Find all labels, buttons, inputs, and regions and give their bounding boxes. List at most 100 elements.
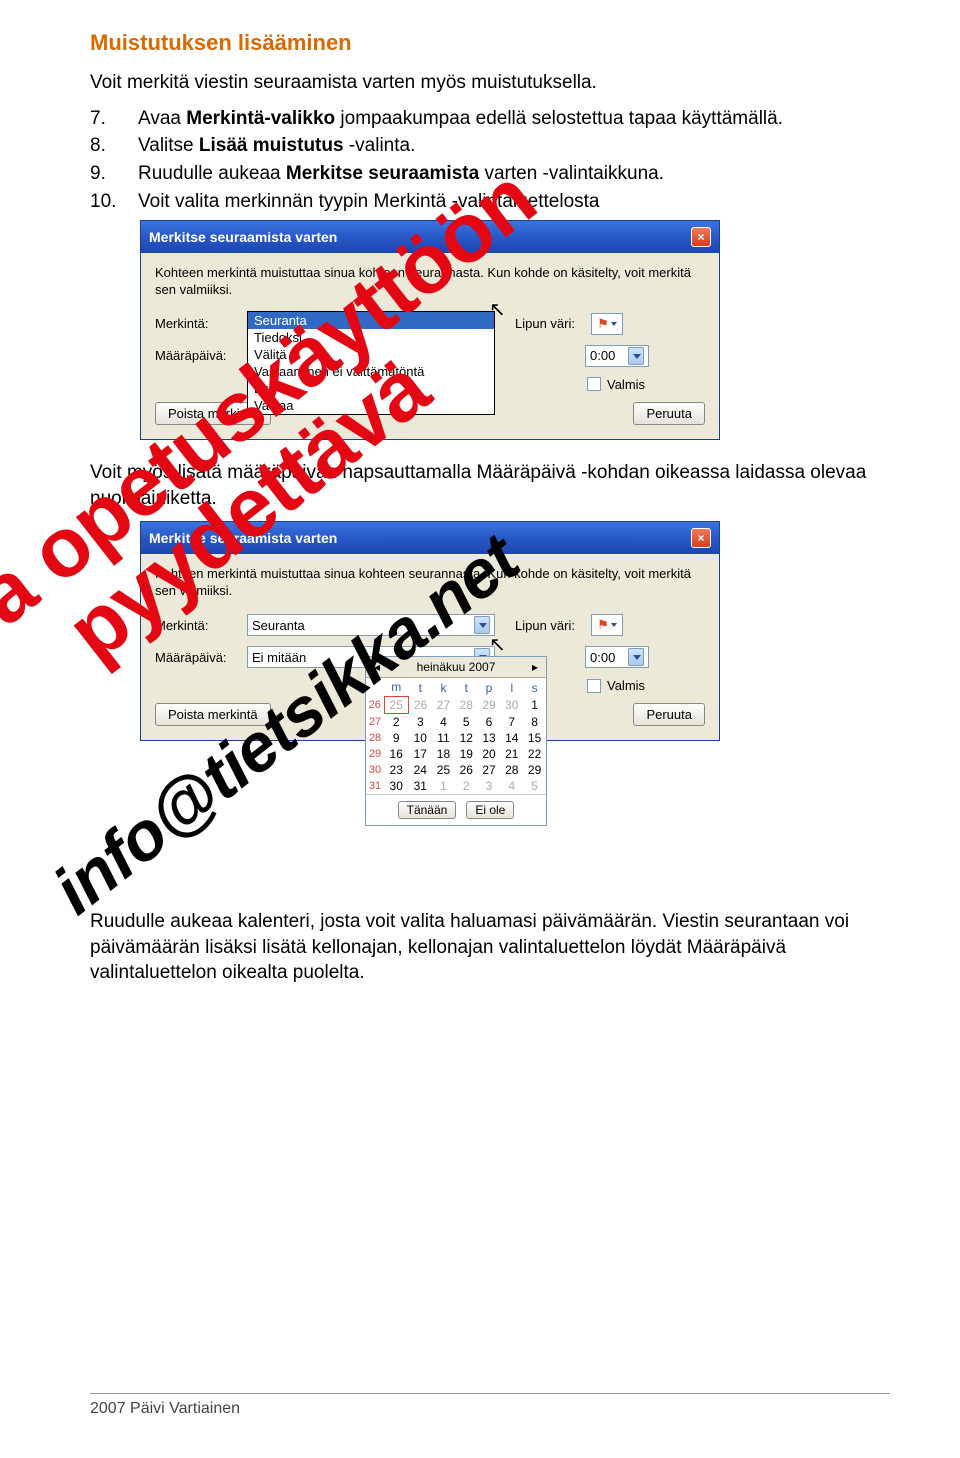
label-merkinta: Merkintä: (155, 316, 247, 331)
next-month-icon[interactable]: ▸ (528, 660, 542, 674)
flag-color-button[interactable]: ⚑ (591, 614, 623, 636)
dropdown-option[interactable]: Lue (248, 380, 494, 397)
calendar-day[interactable]: 1 (523, 697, 546, 714)
dropdown-option[interactable]: Vastaa (248, 397, 494, 414)
calendar-day[interactable]: 3 (478, 778, 501, 794)
week-number: 26 (366, 697, 384, 714)
weekday-header: m (384, 678, 408, 697)
calendar-day[interactable]: 5 (455, 714, 478, 731)
dropdown-option[interactable]: Vastaaminen ei välttämätöntä (248, 363, 494, 380)
calendar-month: heinäkuu 2007 (417, 660, 496, 674)
time-combo[interactable]: 0:00 (585, 646, 649, 668)
calendar-day[interactable]: 7 (500, 714, 523, 731)
calendar-day[interactable]: 31 (408, 778, 432, 794)
calendar-day[interactable]: 12 (455, 730, 478, 746)
dialog-titlebar: Merkitse seuraamista varten × (141, 221, 719, 253)
time-value: 0:00 (590, 348, 615, 363)
calendar-day[interactable]: 30 (500, 697, 523, 714)
section-heading: Muistutuksen lisääminen (90, 30, 890, 56)
calendar-day[interactable]: 18 (432, 746, 455, 762)
calendar-day[interactable]: 2 (455, 778, 478, 794)
close-icon[interactable]: × (691, 528, 711, 548)
dialog-hint: Kohteen merkintä muistuttaa sinua kohtee… (155, 566, 705, 600)
step-item: 7.Avaa Merkintä-valikko jompaakumpaa ede… (90, 106, 890, 132)
dialog-title: Merkitse seuraamista varten (149, 530, 337, 546)
weekday-header: s (523, 678, 546, 697)
chevron-down-icon (611, 623, 617, 627)
calendar-day[interactable]: 23 (384, 762, 408, 778)
calendar-day[interactable]: 29 (523, 762, 546, 778)
flag-color-button[interactable]: ⚑ (591, 313, 623, 335)
no-date-button[interactable]: Ei ole (466, 801, 514, 819)
time-combo[interactable]: 0:00 (585, 345, 649, 367)
calendar-day[interactable]: 16 (384, 746, 408, 762)
merkinta-combo[interactable]: Seuranta (247, 614, 495, 636)
step-item: 9.Ruudulle aukeaa Merkitse seuraamista v… (90, 161, 890, 187)
weekday-header: p (478, 678, 501, 697)
calendar-day[interactable]: 26 (455, 762, 478, 778)
calendar-day[interactable]: 25 (432, 762, 455, 778)
calendar-grid: mtktpls 26252627282930127234567828910111… (366, 678, 546, 794)
prev-month-icon[interactable]: ◂ (370, 660, 384, 674)
dialog-titlebar: Merkitse seuraamista varten × (141, 522, 719, 554)
calendar-day[interactable]: 29 (478, 697, 501, 714)
calendar-day[interactable]: 14 (500, 730, 523, 746)
intro-paragraph: Voit merkitä viestin seuraamista varten … (90, 70, 890, 96)
calendar-day[interactable]: 2 (384, 714, 408, 731)
chevron-down-icon[interactable] (474, 616, 490, 634)
calendar-day[interactable]: 9 (384, 730, 408, 746)
calendar-day[interactable]: 10 (408, 730, 432, 746)
calendar-day[interactable]: 19 (455, 746, 478, 762)
label-lipun: Lipun väri: (515, 618, 585, 633)
week-number: 27 (366, 714, 384, 731)
cancel-button[interactable]: Peruuta (633, 402, 705, 425)
calendar-day[interactable]: 11 (432, 730, 455, 746)
calendar-day[interactable]: 4 (432, 714, 455, 731)
flag-icon: ⚑ (597, 316, 609, 332)
dropdown-option[interactable]: Välitä (248, 346, 494, 363)
calendar-day[interactable]: 5 (523, 778, 546, 794)
calendar-day[interactable]: 27 (432, 697, 455, 714)
merkinta-value: Seuranta (252, 618, 305, 633)
label-maara: Määräpäivä: (155, 650, 247, 665)
weekday-header: t (408, 678, 432, 697)
calendar-day[interactable]: 30 (384, 778, 408, 794)
valmis-checkbox[interactable]: Valmis (587, 377, 705, 392)
today-button[interactable]: Tänään (398, 801, 457, 819)
calendar-day[interactable]: 1 (432, 778, 455, 794)
chevron-down-icon (611, 322, 617, 326)
calendar-day[interactable]: 17 (408, 746, 432, 762)
dropdown-option[interactable]: Seuranta (248, 312, 494, 329)
remove-flag-button[interactable]: Poista merkintä (155, 703, 271, 726)
calendar-day[interactable]: 22 (523, 746, 546, 762)
cancel-button[interactable]: Peruuta (633, 703, 705, 726)
calendar-day[interactable]: 20 (478, 746, 501, 762)
week-number: 29 (366, 746, 384, 762)
calendar-day[interactable]: 24 (408, 762, 432, 778)
step-list: 7.Avaa Merkintä-valikko jompaakumpaa ede… (90, 106, 890, 215)
calendar-popup[interactable]: ◂ heinäkuu 2007 ▸ mtktpls 26252627282930… (365, 656, 547, 826)
calendar-day[interactable]: 26 (408, 697, 432, 714)
flag-dialog-2: Merkitse seuraamista varten × Kohteen me… (140, 521, 720, 741)
page-footer: 2007 Päivi Vartiainen (90, 1393, 890, 1418)
calendar-day[interactable]: 21 (500, 746, 523, 762)
label-maara: Määräpäivä: (155, 348, 247, 363)
dropdown-option[interactable]: Tiedoksi (248, 329, 494, 346)
calendar-day[interactable]: 13 (478, 730, 501, 746)
dialog-title: Merkitse seuraamista varten (149, 229, 337, 245)
valmis-checkbox[interactable]: Valmis (587, 678, 705, 693)
calendar-day[interactable]: 6 (478, 714, 501, 731)
calendar-day[interactable]: 25 (384, 697, 408, 714)
calendar-day[interactable]: 27 (478, 762, 501, 778)
chevron-down-icon[interactable] (628, 347, 644, 365)
calendar-day[interactable]: 8 (523, 714, 546, 731)
calendar-day[interactable]: 28 (500, 762, 523, 778)
calendar-day[interactable]: 28 (455, 697, 478, 714)
close-icon[interactable]: × (691, 227, 711, 247)
flag-icon: ⚑ (597, 617, 609, 633)
calendar-day[interactable]: 4 (500, 778, 523, 794)
chevron-down-icon[interactable] (628, 648, 644, 666)
merkinta-dropdown[interactable]: SeurantaTiedoksiVälitäVastaaminen ei väl… (247, 311, 495, 415)
calendar-day[interactable]: 15 (523, 730, 546, 746)
calendar-day[interactable]: 3 (408, 714, 432, 731)
